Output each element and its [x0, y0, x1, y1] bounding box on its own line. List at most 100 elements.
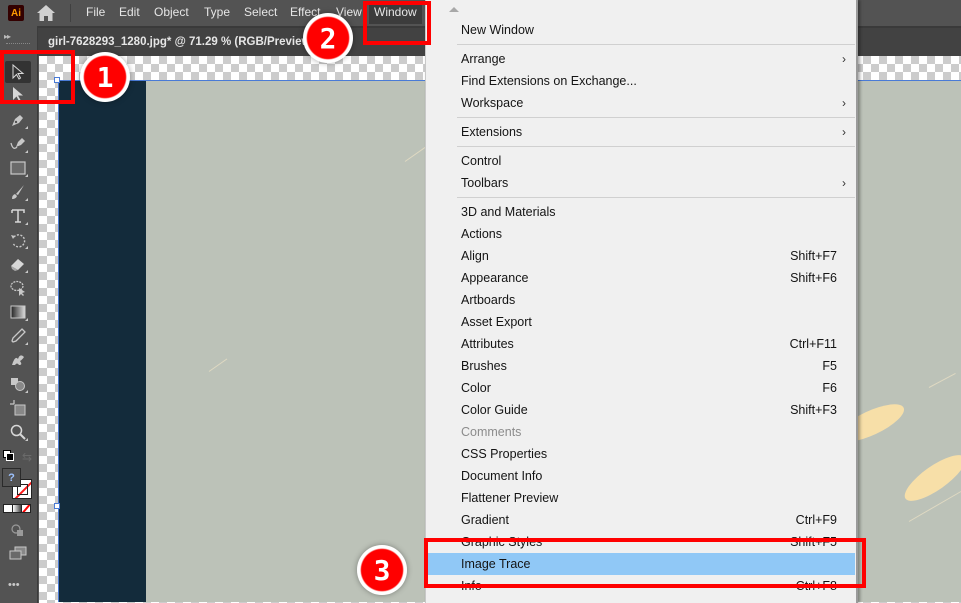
lasso-tool[interactable]	[5, 277, 31, 299]
menu-item-label: Flattener Preview	[461, 491, 559, 505]
menu-item-asset-export[interactable]: Asset Export	[428, 311, 855, 333]
shape-builder-tool[interactable]	[5, 373, 31, 395]
bounding-box-handle[interactable]	[54, 503, 60, 509]
menu-item-actions[interactable]: Actions	[428, 223, 855, 245]
more-tools-indicator	[25, 150, 28, 153]
window-menu-dropdown: New Window Arrange › Find Extensions on Exc…	[425, 0, 858, 603]
draw-mode-button[interactable]	[5, 520, 31, 542]
puppet-warp-icon	[12, 355, 24, 365]
menubar-divider	[70, 4, 71, 22]
menu-item-label: Actions	[461, 227, 502, 241]
menu-item-label: Extensions	[461, 125, 523, 139]
menu-item-attributes[interactable]: Attributes Ctrl+F11	[428, 333, 855, 355]
illustrator-window: Ai File Edit Object Type Select Effect V…	[0, 0, 961, 603]
menu-item-new-window[interactable]: New Window	[428, 19, 855, 41]
artboard-tool[interactable]	[5, 397, 31, 419]
document-tab[interactable]: girl-7628293_1280.jpg* @ 71.29 % (RGB/Pr…	[38, 28, 325, 56]
curvature-tool[interactable]	[5, 133, 31, 155]
toolbar-drag-handle[interactable]	[6, 43, 30, 45]
swap-fill-stroke-icon[interactable]: ⇆	[22, 450, 32, 464]
color-mode-buttons	[3, 504, 31, 513]
menu-type[interactable]: Type	[204, 5, 230, 19]
menu-item-label: Asset Export	[461, 315, 532, 329]
more-tools-indicator	[25, 246, 28, 249]
menu-item-label: Workspace	[461, 96, 524, 110]
screen-mode-button[interactable]	[5, 542, 31, 564]
edit-toolbar-button[interactable]: •••	[8, 579, 20, 591]
scroll-up-icon[interactable]	[449, 7, 459, 12]
paintbrush-tool[interactable]	[5, 181, 31, 203]
draw-mode-icon	[11, 524, 23, 536]
menu-item-flattener-preview[interactable]: Flattener Preview	[428, 487, 855, 509]
menu-edit[interactable]: Edit	[119, 5, 140, 19]
submenu-chevron-icon: ›	[842, 125, 846, 139]
eraser-tool[interactable]	[5, 253, 31, 275]
step-badge-3: 3	[357, 545, 407, 595]
menu-item-find-extensions-on-exchange[interactable]: Find Extensions on Exchange...	[428, 70, 855, 92]
annotation-box-toolbar	[0, 50, 75, 104]
menu-item-artboards[interactable]: Artboards	[428, 289, 855, 311]
type-tool[interactable]	[5, 205, 31, 227]
zoom-tool[interactable]	[5, 421, 31, 443]
menu-item-shortcut: Ctrl+F11	[789, 337, 837, 351]
puppet-warp-tool[interactable]	[5, 349, 31, 371]
home-icon[interactable]	[36, 4, 56, 22]
menu-item-label: Gradient	[461, 513, 509, 527]
rectangle-tool[interactable]	[5, 157, 31, 179]
menu-file[interactable]: File	[86, 5, 105, 19]
menu-item-label: Color	[461, 381, 491, 395]
menu-item-shortcut: Shift+F3	[790, 403, 837, 417]
gradient-tool[interactable]	[5, 301, 31, 323]
default-fill-stroke-icon[interactable]	[3, 450, 14, 461]
rotate-tool[interactable]	[5, 229, 31, 251]
submenu-chevron-icon: ›	[842, 52, 846, 66]
menu-item-label: Control	[461, 154, 502, 168]
menu-item-color[interactable]: Color F6	[428, 377, 855, 399]
color-mode-solid[interactable]	[4, 505, 13, 512]
menu-item-label: Toolbars	[461, 176, 509, 190]
menu-object[interactable]: Object	[154, 5, 189, 19]
lasso-icon	[10, 280, 25, 296]
menu-item-label: Find Extensions on Exchange...	[461, 74, 637, 88]
fill-swatch[interactable]: ?	[2, 468, 21, 487]
menu-item-comments: Comments	[428, 421, 855, 443]
menu-item-label: Attributes	[461, 337, 514, 351]
menu-item-appearance[interactable]: Appearance Shift+F6	[428, 267, 855, 289]
more-tools-indicator	[25, 438, 28, 441]
annotation-box-image-trace	[424, 538, 866, 588]
more-tools-indicator	[25, 222, 28, 225]
menu-item-color-guide[interactable]: Color Guide Shift+F3	[428, 399, 855, 421]
menu-item-label: Color Guide	[461, 403, 528, 417]
menu-item-css-properties[interactable]: CSS Properties	[428, 443, 855, 465]
menu-item-align[interactable]: Align Shift+F7	[428, 245, 855, 267]
pen-tool[interactable]	[5, 109, 31, 131]
menu-item-shortcut: F6	[822, 381, 837, 395]
menu-item-extensions[interactable]: Extensions ›	[428, 121, 855, 143]
menu-separator	[457, 197, 855, 198]
color-mode-gradient[interactable]	[13, 505, 22, 512]
menu-item-arrange[interactable]: Arrange ›	[428, 48, 855, 70]
eyedropper-tool[interactable]	[5, 325, 31, 347]
menu-separator	[457, 44, 855, 45]
menu-item-shortcut: Shift+F6	[790, 271, 837, 285]
menu-item-gradient[interactable]: Gradient Ctrl+F9	[428, 509, 855, 531]
menu-item-workspace[interactable]: Workspace ›	[428, 92, 855, 114]
menu-select[interactable]: Select	[244, 5, 277, 19]
step-badge-1: 1	[80, 52, 130, 102]
menu-item-toolbars[interactable]: Toolbars ›	[428, 172, 855, 194]
more-tools-indicator	[25, 126, 28, 129]
menu-item-label: CSS Properties	[461, 447, 548, 461]
color-mode-none[interactable]	[22, 505, 30, 512]
menu-item-document-info[interactable]: Document Info	[428, 465, 855, 487]
menu-item-control[interactable]: Control	[428, 150, 855, 172]
menu-item-label: Artboards	[461, 293, 516, 307]
tools-panel: ▸▸ ⇆ ? •••	[0, 26, 38, 603]
menu-item-label: 3D and Materials	[461, 205, 556, 219]
menu-item-label: Arrange	[461, 52, 506, 66]
menu-item-shortcut: Shift+F7	[790, 249, 837, 263]
more-tools-indicator	[25, 318, 28, 321]
menu-item-label: Document Info	[461, 469, 543, 483]
menu-item-brushes[interactable]: Brushes F5	[428, 355, 855, 377]
collapse-toolbar-icon[interactable]: ▸▸	[4, 32, 11, 41]
menu-item-3d-and-materials[interactable]: 3D and Materials	[428, 201, 855, 223]
